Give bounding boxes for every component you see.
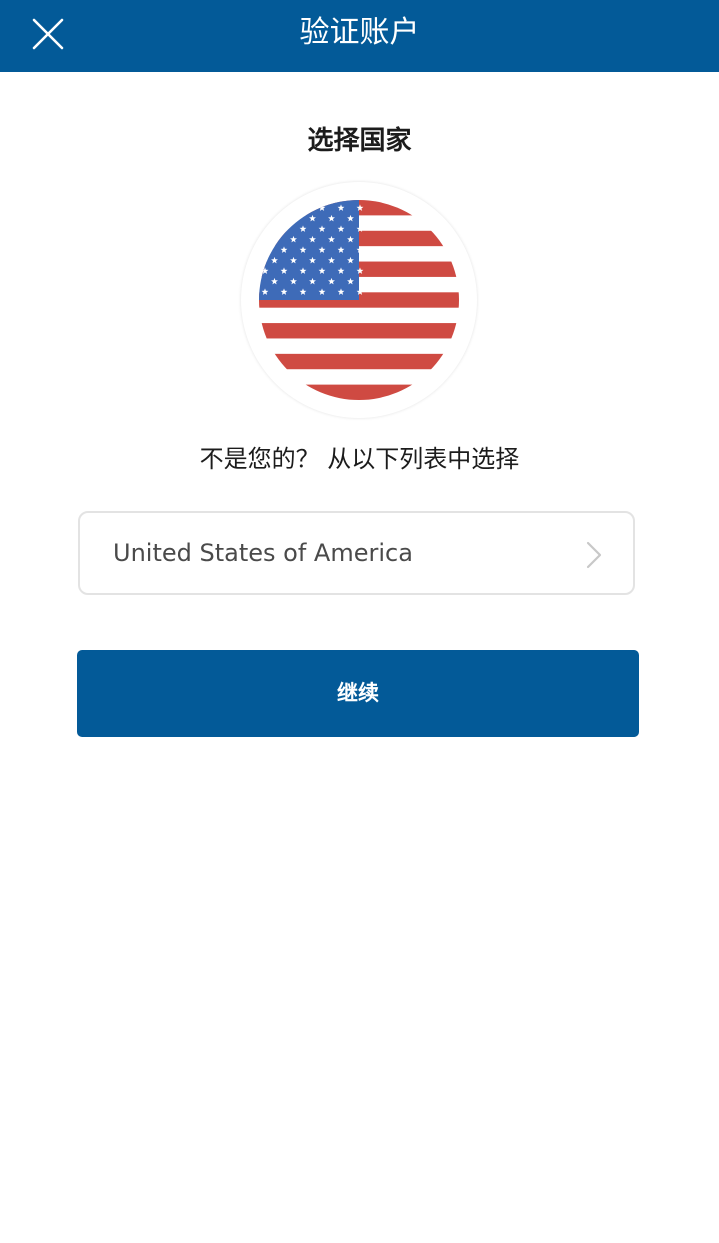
section-title: 选择国家 bbox=[307, 126, 412, 156]
header-bar: 验证账户 bbox=[0, 0, 719, 72]
us-flag-icon bbox=[259, 200, 459, 400]
country-select[interactable]: United States of America bbox=[78, 511, 635, 595]
continue-button[interactable]: 继续 bbox=[77, 650, 639, 737]
selected-country: United States of America bbox=[113, 539, 413, 567]
page-title: 验证账户 bbox=[299, 15, 420, 50]
country-flag bbox=[241, 182, 477, 418]
chevron-right-icon bbox=[586, 541, 602, 569]
change-country-prompt: 不是您的？ 从以下列表中选择 bbox=[199, 445, 520, 473]
